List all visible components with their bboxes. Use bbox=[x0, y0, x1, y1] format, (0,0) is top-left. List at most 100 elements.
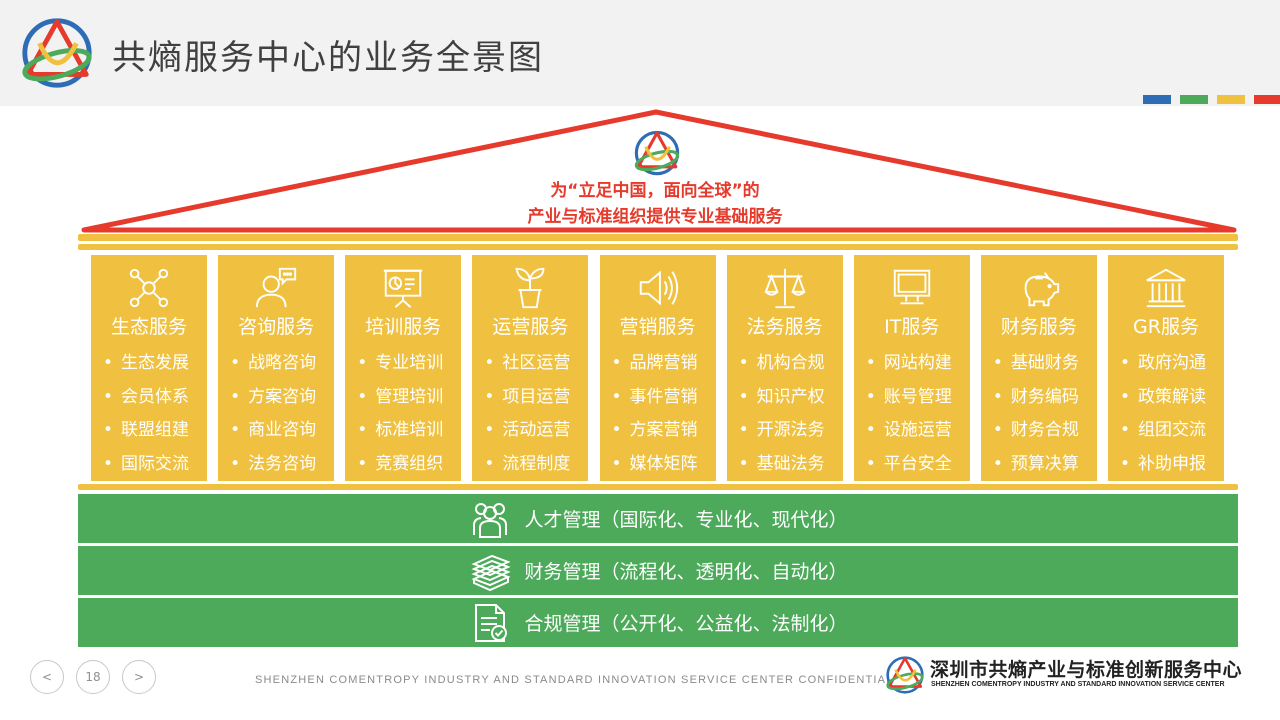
service-item: 活动运营 bbox=[484, 414, 588, 448]
foundation-talent-management: 人才管理（国际化、专业化、现代化） bbox=[78, 494, 1238, 543]
consultant-icon bbox=[256, 267, 297, 308]
page-number: 18 bbox=[76, 660, 110, 694]
top-beam-2 bbox=[78, 244, 1238, 250]
service-item: 机构合规 bbox=[739, 347, 843, 381]
service-item: 预算决算 bbox=[993, 448, 1097, 482]
service-pillar: IT服务网站构建账号管理设施运营平台安全 bbox=[853, 255, 970, 481]
service-item-list: 生态发展会员体系联盟组建国际交流 bbox=[91, 347, 207, 481]
service-item: 战略咨询 bbox=[230, 347, 334, 381]
service-item: 方案营销 bbox=[612, 414, 716, 448]
roof-slogan: 为“立足中国，面向全球”的 产业与标准组织提供专业基础服务 bbox=[440, 178, 870, 230]
service-item: 国际交流 bbox=[103, 448, 207, 482]
foundation-label: 财务管理（流程化、透明化、自动化） bbox=[524, 561, 848, 583]
confidential-notice: SHENZHEN COMENTROPY INDUSTRY AND STANDAR… bbox=[255, 674, 894, 686]
service-pillar-title: 培训服务 bbox=[365, 316, 442, 338]
foundation-label: 人才管理（国际化、专业化、现代化） bbox=[524, 509, 848, 531]
service-item: 专业培训 bbox=[357, 347, 461, 381]
government-building-icon bbox=[1146, 268, 1186, 308]
service-pillar: 运营服务社区运营项目运营活动运营流程制度 bbox=[472, 255, 589, 481]
service-pillar: 财务服务基础财务财务编码财务合规预算决算 bbox=[980, 255, 1097, 481]
service-item: 政策解读 bbox=[1120, 381, 1224, 415]
service-item: 政府沟通 bbox=[1120, 347, 1224, 381]
service-pillar-title: GR服务 bbox=[1133, 316, 1199, 338]
organization-logo bbox=[22, 18, 92, 88]
service-item: 财务合规 bbox=[993, 414, 1097, 448]
compliance-document-icon bbox=[475, 603, 508, 642]
service-item: 事件营销 bbox=[612, 381, 716, 415]
service-item: 组团交流 bbox=[1120, 414, 1224, 448]
service-item: 品牌营销 bbox=[612, 347, 716, 381]
service-pillar-title: IT服务 bbox=[884, 316, 940, 338]
service-item: 社区运营 bbox=[484, 347, 588, 381]
service-item: 会员体系 bbox=[103, 381, 207, 415]
service-item: 项目运营 bbox=[484, 381, 588, 415]
service-item: 竞赛组织 bbox=[357, 448, 461, 482]
roof-logo bbox=[634, 130, 680, 176]
service-item: 账号管理 bbox=[866, 381, 970, 415]
footer-organization-logo bbox=[886, 656, 924, 694]
service-item: 开源法务 bbox=[739, 414, 843, 448]
foundation-label: 合规管理（公开化、公益化、法制化） bbox=[524, 613, 848, 635]
next-page-button[interactable]: > bbox=[122, 660, 156, 694]
people-icon bbox=[473, 502, 508, 538]
presentation-board-icon bbox=[384, 269, 423, 308]
service-pillar-title: 财务服务 bbox=[1000, 316, 1077, 338]
service-item-list: 战略咨询方案咨询商业咨询法务咨询 bbox=[218, 347, 334, 481]
service-item: 标准培训 bbox=[357, 414, 461, 448]
service-pillar-title: 生态服务 bbox=[110, 316, 187, 338]
service-item: 基础法务 bbox=[739, 448, 843, 482]
service-pillars: 生态服务生态发展会员体系联盟组建国际交流咨询服务战略咨询方案咨询商业咨询法务咨询… bbox=[91, 255, 1224, 481]
foundation-finance-management: 财务管理（流程化、透明化、自动化） bbox=[78, 546, 1238, 595]
service-item: 财务编码 bbox=[993, 381, 1097, 415]
service-item-list: 网站构建账号管理设施运营平台安全 bbox=[854, 347, 970, 481]
service-pillar: GR服务政府沟通政策解读组团交流补助申报 bbox=[1108, 255, 1224, 481]
service-item: 补助申报 bbox=[1120, 448, 1224, 482]
scales-icon bbox=[764, 268, 806, 309]
page-title: 共熵服务中心的业务全景图 bbox=[112, 38, 544, 78]
service-item-list: 机构合规知识产权开源法务基础法务 bbox=[727, 347, 843, 481]
service-pillar: 咨询服务战略咨询方案咨询商业咨询法务咨询 bbox=[218, 255, 335, 481]
service-item: 生态发展 bbox=[103, 347, 207, 381]
service-item-list: 专业培训管理培训标准培训竞赛组织 bbox=[345, 347, 461, 481]
service-item: 法务咨询 bbox=[230, 448, 334, 482]
service-pillar: 生态服务生态发展会员体系联盟组建国际交流 bbox=[91, 255, 207, 481]
header-bar: 共熵服务中心的业务全景图 bbox=[0, 0, 1280, 106]
organization-name-cn: 深圳市共熵产业与标准创新服务中心 bbox=[930, 659, 1243, 681]
service-item: 媒体矩阵 bbox=[612, 448, 716, 482]
service-item: 基础财务 bbox=[993, 347, 1097, 381]
service-item: 商业咨询 bbox=[230, 414, 334, 448]
service-item-list: 基础财务财务编码财务合规预算决算 bbox=[981, 347, 1097, 481]
service-item-list: 政府沟通政策解读组团交流补助申报 bbox=[1108, 347, 1224, 481]
foundation-compliance-management: 合规管理（公开化、公益化、法制化） bbox=[78, 598, 1238, 647]
plant-pot-icon bbox=[515, 267, 545, 309]
slide-navigation: < 18 > bbox=[30, 660, 156, 694]
network-icon bbox=[129, 268, 169, 308]
service-pillar-title: 营销服务 bbox=[619, 316, 696, 338]
monitor-icon bbox=[893, 269, 930, 305]
service-pillar: 法务服务机构合规知识产权开源法务基础法务 bbox=[726, 255, 843, 481]
slogan-line-1: 为“立足中国，面向全球”的 bbox=[550, 181, 760, 201]
service-item-list: 社区运营项目运营活动运营流程制度 bbox=[472, 347, 588, 481]
service-item: 平台安全 bbox=[866, 448, 970, 482]
service-item: 管理培训 bbox=[357, 381, 461, 415]
service-pillar-title: 运营服务 bbox=[492, 316, 569, 338]
service-pillar-title: 法务服务 bbox=[746, 316, 823, 338]
speaker-icon bbox=[639, 270, 678, 306]
piggy-bank-icon bbox=[1024, 272, 1059, 307]
previous-page-button[interactable]: < bbox=[30, 660, 64, 694]
service-item: 流程制度 bbox=[484, 448, 588, 482]
service-item: 设施运营 bbox=[866, 414, 970, 448]
top-beam-1 bbox=[78, 234, 1238, 241]
service-item: 知识产权 bbox=[739, 381, 843, 415]
service-item: 网站构建 bbox=[866, 347, 970, 381]
base-beam bbox=[78, 484, 1238, 490]
service-item-list: 品牌营销事件营销方案营销媒体矩阵 bbox=[600, 347, 716, 481]
organization-name-en: SHENZHEN COMENTROPY INDUSTRY AND STANDAR… bbox=[931, 681, 1225, 688]
service-item: 联盟组建 bbox=[103, 414, 207, 448]
money-stack-icon bbox=[471, 554, 512, 591]
slogan-line-2: 产业与标准组织提供专业基础服务 bbox=[527, 207, 783, 227]
service-item: 方案咨询 bbox=[230, 381, 334, 415]
service-pillar: 营销服务品牌营销事件营销方案营销媒体矩阵 bbox=[599, 255, 716, 481]
service-pillar-title: 咨询服务 bbox=[238, 316, 315, 338]
service-pillar: 培训服务专业培训管理培训标准培训竞赛组织 bbox=[345, 255, 462, 481]
